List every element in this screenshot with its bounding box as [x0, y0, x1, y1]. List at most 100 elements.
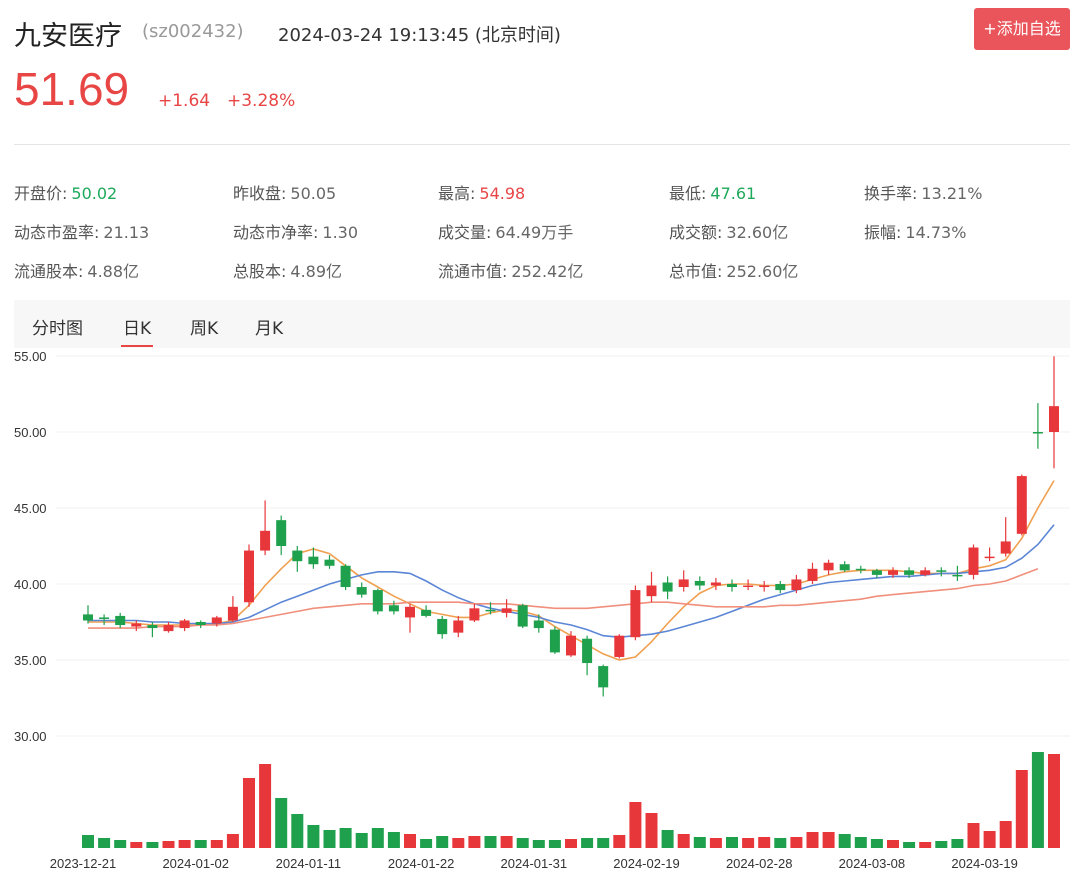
volume-bar [887, 840, 899, 848]
y-tick-label: 30.00 [14, 729, 47, 744]
stat-item: 最低: 47.61 [669, 180, 756, 204]
candle-body [453, 620, 464, 633]
volume-bar [822, 832, 835, 848]
candle-body [694, 580, 705, 586]
price-change: +1.64 [158, 91, 211, 111]
candle-body [549, 629, 560, 653]
volume-bar [98, 838, 111, 848]
candle-body [855, 568, 866, 571]
candle-body [356, 587, 367, 595]
stat-label: 振幅: [864, 223, 902, 242]
stat-label: 总市值: [669, 262, 723, 281]
tab-2[interactable]: 周K [190, 314, 218, 339]
stat-value: 50.02 [71, 184, 118, 203]
candle-body [244, 550, 254, 603]
volume-bar [758, 837, 771, 848]
volume-bar [452, 838, 465, 848]
x-tick-label: 2024-01-02 [162, 856, 229, 871]
stat-item: 动态市盈率: 21.13 [14, 219, 149, 243]
x-tick-label: 2024-03-08 [839, 856, 906, 871]
volume-bar [436, 836, 449, 848]
stat-value: 1.30 [322, 223, 359, 242]
stat-value: 4.88亿 [87, 262, 140, 281]
candle-body [83, 614, 93, 621]
volume-bar [613, 835, 626, 848]
stat-item: 成交额: 32.60亿 [669, 219, 788, 243]
candle-body [517, 605, 528, 627]
candle-body [276, 520, 287, 546]
add-to-watchlist-button[interactable]: +添加自选 [974, 8, 1070, 50]
candle-body [324, 559, 335, 566]
volume-bar [178, 840, 191, 848]
volume-bar [275, 798, 288, 848]
volume-bar [677, 834, 690, 848]
candle-body [630, 590, 641, 638]
volume-bar [581, 838, 594, 848]
stat-label: 动态市盈率: [14, 223, 100, 242]
stat-value: 4.89亿 [290, 262, 343, 281]
volume-bar [323, 830, 336, 848]
volume-bar [967, 823, 980, 848]
tab-0[interactable]: 分时图 [32, 314, 83, 339]
candle-body [582, 638, 593, 664]
candle-body [743, 585, 754, 588]
x-tick-label: 2024-02-28 [726, 856, 793, 871]
stat-label: 昨收盘: [233, 184, 287, 203]
candle-body [823, 562, 834, 571]
candle-body [936, 570, 947, 572]
candle-body [501, 608, 512, 613]
volume-bar [838, 834, 851, 848]
volume-bar [693, 837, 706, 848]
candle-body [710, 582, 721, 586]
candle-body [260, 530, 271, 551]
candle-body [952, 574, 963, 577]
volume-bar [130, 842, 143, 848]
tab-1[interactable]: 日K [120, 314, 154, 347]
kline-chart: 55.00 50.00 45.00 40.00 35.00 30.00 2023-12-21… [14, 349, 1070, 871]
volume-bar [114, 840, 127, 848]
stat-item: 总股本: 4.89亿 [233, 258, 342, 282]
candle-body [662, 582, 673, 592]
volume-bar [774, 838, 787, 848]
stat-value: 21.13 [103, 223, 150, 242]
candle-body [469, 608, 480, 621]
y-tick-label: 50.00 [14, 425, 47, 440]
volume-bar [1048, 754, 1060, 848]
candle-body [163, 625, 174, 632]
candle-body [1016, 476, 1027, 534]
candle-body [388, 605, 399, 612]
candle-body [1000, 541, 1011, 554]
quote-timestamp: 2024-03-24 19:13:45 (北京时间) [278, 25, 561, 46]
candle-body [871, 570, 882, 575]
header: 九安医疗 (sz002432) 2024-03-24 19:13:45 (北京时… [14, 8, 1070, 54]
candle-body [405, 606, 415, 618]
stat-value: 64.49万手 [495, 223, 574, 242]
volume-bar [532, 840, 545, 848]
volume-bar [420, 839, 433, 848]
stat-value: 50.05 [290, 184, 337, 203]
tab-3[interactable]: 月K [255, 314, 283, 339]
volume-bar [194, 840, 207, 848]
candle-body [791, 579, 802, 591]
stat-item: 流通市值: 252.42亿 [438, 258, 583, 282]
price-change-percent: +3.28% [227, 91, 296, 111]
stat-label: 最低: [669, 184, 707, 203]
stat-item: 成交量: 64.49万手 [438, 219, 573, 243]
volume-bar [82, 835, 94, 848]
stat-item: 最高: 54.98 [438, 180, 525, 204]
volume-bar [726, 837, 738, 848]
stat-label: 总股本: [233, 262, 287, 281]
candle-body [292, 550, 303, 562]
stat-label: 开盘价: [14, 184, 68, 203]
candle-body [485, 609, 496, 612]
candle-body [598, 666, 609, 688]
candle-body [646, 585, 657, 597]
x-tick-label: 2024-03-19 [951, 856, 1018, 871]
volume-bar [1015, 770, 1028, 848]
candle-body [99, 617, 110, 619]
candle-body [115, 615, 126, 626]
stat-value: 32.60亿 [726, 223, 789, 242]
stat-label: 流通股本: [14, 262, 84, 281]
stat-item: 动态市净率: 1.30 [233, 219, 358, 243]
volume-bar [307, 825, 320, 848]
